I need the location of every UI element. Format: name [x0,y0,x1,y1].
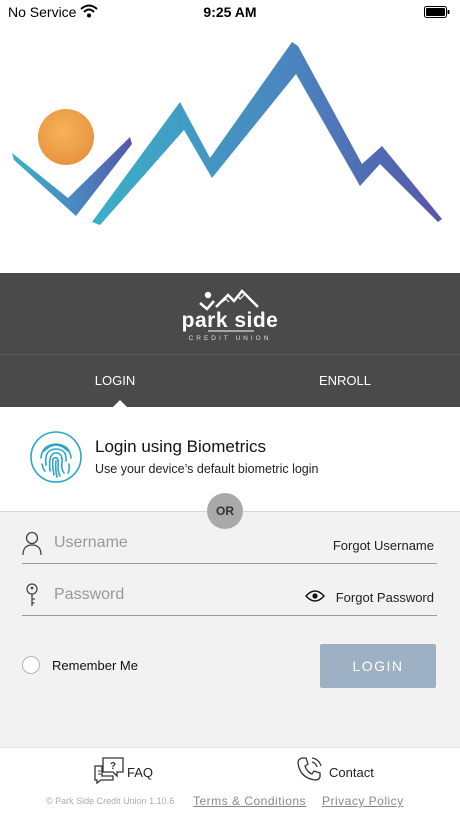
main-ridge-shape [92,42,442,225]
remember-me-label: Remember Me [52,658,138,673]
phone-icon[interactable] [296,756,322,782]
fingerprint-icon [30,431,82,483]
status-bar: No Service 9:25 AM [0,0,460,26]
brand-header: park side CREDIT UNION [0,273,460,354]
tab-enroll[interactable]: ENROLL [230,355,460,407]
username-input[interactable] [54,530,284,556]
biometric-subtitle: Use your device’s default biometric logi… [95,462,319,476]
contact-link[interactable]: Contact [329,765,374,780]
password-field: Forgot Password [22,576,437,616]
privacy-link[interactable]: Privacy Policy [322,794,404,808]
faq-chat-icon[interactable]: ? [93,756,125,784]
remember-me-radio[interactable] [22,656,40,674]
forgot-username-link[interactable]: Forgot Username [333,538,434,553]
battery-icon [424,6,450,18]
svg-text:?: ? [110,761,116,772]
forgot-password-link[interactable]: Forgot Password [336,590,434,605]
brand-name: park side [181,309,279,332]
faq-link[interactable]: FAQ [127,765,153,780]
auth-tabs: LOGIN ENROLL [0,354,460,408]
copyright-text: © Park Side Credit Union 1.10.6 [46,796,175,806]
hero-banner [0,26,460,274]
login-button[interactable]: LOGIN [320,644,436,688]
user-icon [22,531,42,556]
status-time: 9:25 AM [203,4,257,20]
footer: ? FAQ Contact © Park Side Credit Union 1… [0,747,460,818]
sun-shape [38,109,94,165]
eye-icon[interactable] [305,589,325,603]
terms-link[interactable]: Terms & Conditions [193,794,306,808]
biometric-title: Login using Biometrics [95,437,267,456]
or-divider-badge: OR [207,493,243,529]
brand-subtitle: CREDIT UNION [188,335,272,342]
password-input[interactable] [54,582,284,608]
mountain-logo-art [12,42,442,225]
username-field: Forgot Username [22,524,437,564]
key-icon [26,583,38,606]
